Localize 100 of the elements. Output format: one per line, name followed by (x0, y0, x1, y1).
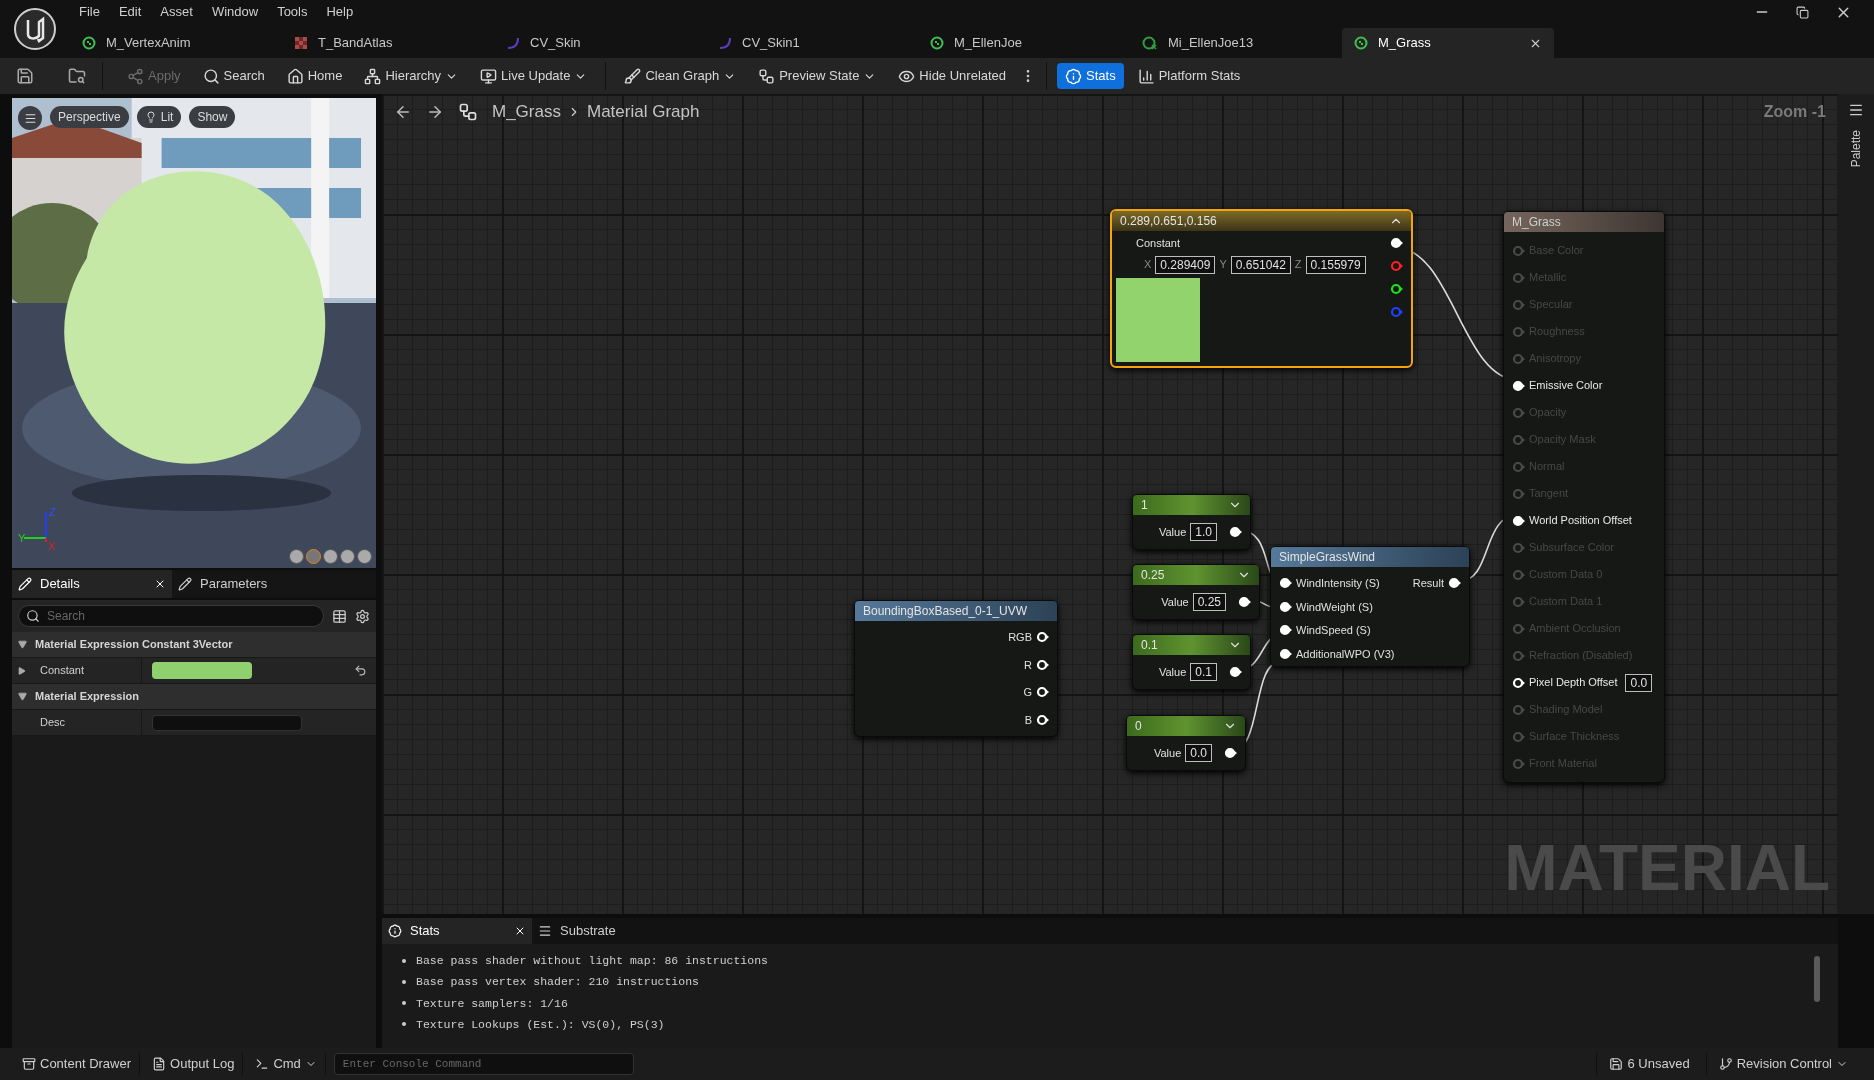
tab-label: T_BandAtlas (318, 34, 394, 53)
pin-handle[interactable] (1512, 541, 1525, 554)
settings-icon[interactable] (355, 608, 370, 624)
pin-handle[interactable] (1512, 406, 1525, 419)
hierarchy-icon (364, 67, 382, 85)
section-header[interactable]: Material Expression (12, 684, 376, 710)
value-field[interactable]: 0.651042 (1230, 255, 1291, 274)
curve-icon (718, 36, 732, 50)
document-tab[interactable]: T_BandAtlas (282, 28, 494, 58)
pin-handle[interactable] (1512, 703, 1525, 716)
status-button[interactable]: Content Drawer (14, 1051, 141, 1077)
value-field[interactable]: 0.155979 (1305, 255, 1366, 274)
value-field[interactable]: 0.0 (1185, 744, 1212, 762)
menu-item[interactable]: Tools (272, 2, 313, 22)
close-icon[interactable] (514, 925, 526, 937)
document-tab[interactable]: CV_Skin (494, 28, 706, 58)
back-icon[interactable] (394, 103, 412, 121)
toolbar-button[interactable]: Platform Stats (1129, 63, 1249, 89)
text-field[interactable] (152, 714, 302, 731)
status-button[interactable]: Cmd (247, 1051, 326, 1077)
document-tab[interactable]: M_EllenJoe (918, 28, 1130, 58)
pin-handle[interactable] (1512, 487, 1525, 500)
expand-arrow-icon[interactable] (18, 666, 26, 675)
mesh-icon[interactable] (357, 549, 372, 564)
value-field[interactable]: 0.289409 (1155, 255, 1216, 274)
panel-tab[interactable]: Stats (382, 918, 532, 944)
pin-handle[interactable] (1512, 595, 1525, 608)
pin-label: RGB (1008, 630, 1032, 645)
toolbar-button[interactable]: Hide Unrelated (890, 63, 1015, 89)
value-field[interactable]: 0.25 (1192, 593, 1226, 611)
toolbar-button[interactable]: Live Update (472, 63, 596, 89)
menu-item[interactable]: Asset (155, 2, 198, 22)
forward-icon[interactable] (426, 103, 444, 121)
reset-icon[interactable] (354, 664, 367, 677)
pin-handle[interactable] (1512, 325, 1525, 338)
pin-handle[interactable] (1512, 298, 1525, 311)
value-field[interactable]: 0.1 (1190, 663, 1217, 681)
pin-handle[interactable] (1512, 244, 1525, 257)
value-field[interactable]: 0.0 (1625, 673, 1653, 692)
status-button[interactable]: Revision Control (1705, 1051, 1860, 1077)
panel-tab[interactable]: Parameters (172, 570, 332, 598)
document-tab[interactable]: CV_Skin1 (706, 28, 918, 58)
status-button[interactable]: 6 Unsaved (1596, 1051, 1702, 1077)
pin-handle[interactable] (1512, 568, 1525, 581)
palette-tab[interactable]: Palette (1847, 130, 1865, 168)
property-label: Desc (39, 715, 66, 731)
pin-handle[interactable] (1512, 433, 1525, 446)
viewport-button[interactable]: Show (189, 106, 236, 128)
panel-tab[interactable]: Substrate (532, 918, 682, 944)
pin-handle[interactable] (1390, 260, 1403, 272)
pin-label: WindSpeed (S) (1296, 623, 1371, 638)
pin-handle[interactable] (1512, 757, 1525, 770)
node-label: Constant (1135, 236, 1182, 251)
save-icon[interactable] (16, 67, 34, 85)
cube-icon[interactable] (340, 549, 355, 564)
sphere-icon[interactable] (306, 549, 321, 564)
pin-handle[interactable] (1512, 730, 1525, 743)
restore-icon[interactable] (1796, 5, 1809, 19)
breadcrumb-item[interactable]: M_Grass (492, 99, 561, 125)
toolbar-button[interactable]: Home (278, 63, 351, 89)
toolbar-button[interactable]: Hierarchy (356, 63, 467, 89)
value-field[interactable]: 1.0 (1190, 523, 1217, 541)
menu-item[interactable]: Edit (113, 2, 147, 22)
close-icon[interactable] (154, 578, 166, 590)
document-tab[interactable]: Mi_EllenJoe13 (1130, 28, 1342, 58)
tab-label: Parameters (200, 575, 269, 594)
menu-item[interactable]: Window (206, 2, 264, 22)
panel-tab[interactable]: Details (12, 570, 172, 598)
pin-handle[interactable] (1390, 283, 1403, 295)
toolbar-button[interactable]: Preview State (750, 63, 885, 89)
node-title: 1 (1141, 497, 1148, 514)
toolbar-button[interactable]: Clean Graph (616, 63, 745, 89)
engine-logo[interactable] (13, 7, 57, 51)
toolbar-button[interactable]: Search (194, 63, 273, 89)
section-header[interactable]: Material Expression Constant 3Vector (12, 632, 376, 658)
color-swatch[interactable] (152, 662, 252, 679)
console-field[interactable]: Enter Console Command (333, 1053, 634, 1075)
pin-handle[interactable] (1512, 352, 1525, 365)
pin-handle[interactable] (1512, 460, 1525, 473)
brush-icon (624, 67, 642, 85)
status-button[interactable]: Output Log (144, 1051, 244, 1077)
cylinder-icon[interactable] (289, 549, 304, 564)
scrollbar-thumb[interactable] (1814, 956, 1820, 1002)
toolbar-button[interactable]: Stats (1057, 63, 1124, 89)
menu-item[interactable]: File (74, 2, 105, 22)
collapse-arrow-icon (18, 692, 27, 701)
pin-handle[interactable] (1390, 306, 1403, 318)
plane-icon[interactable] (323, 549, 338, 564)
pin-handle[interactable] (1512, 649, 1525, 662)
table-icon[interactable] (332, 608, 347, 624)
document-tab[interactable]: M_Grass (1342, 28, 1554, 58)
pin-handle[interactable] (1512, 622, 1525, 635)
browse-icon[interactable] (68, 67, 86, 85)
menu-item[interactable]: Help (321, 2, 359, 22)
document-tab[interactable]: M_VertexAnim (70, 28, 282, 58)
search-field[interactable]: Search (18, 605, 324, 627)
menu-icon[interactable] (1848, 102, 1864, 118)
viewport-button[interactable]: Perspective (50, 106, 129, 128)
pin-handle[interactable] (1512, 271, 1525, 284)
stats-line: Base pass vertex shader: 210 instructions (416, 974, 699, 991)
